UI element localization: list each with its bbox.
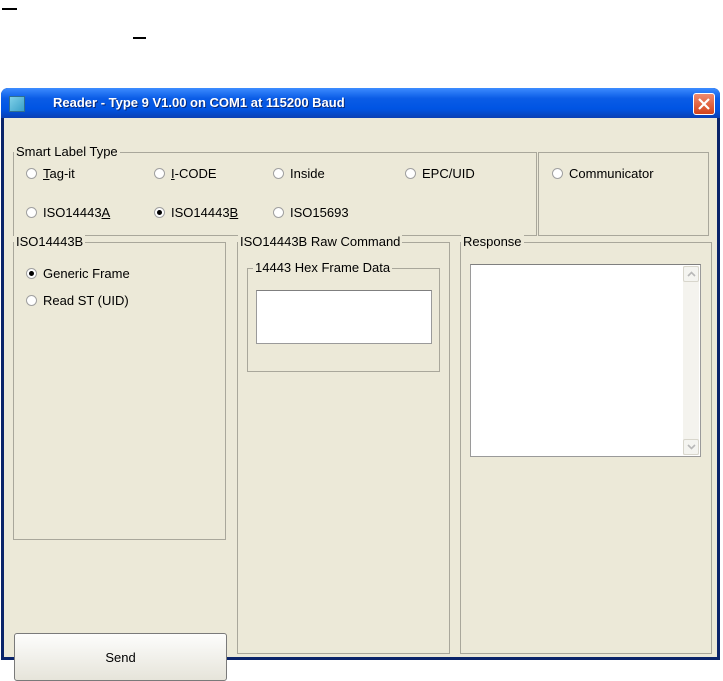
radio-button[interactable] (154, 207, 165, 218)
vertical-scrollbar[interactable] (683, 266, 699, 455)
radio-button[interactable] (154, 168, 165, 179)
smart-label-type-group: Smart Label Type (13, 144, 537, 236)
group-legend: Response (461, 234, 524, 249)
stray-mark (133, 37, 146, 39)
radio-button[interactable] (26, 168, 37, 179)
radio-button[interactable] (273, 168, 284, 179)
scroll-down-button[interactable] (683, 439, 699, 455)
app-icon (9, 96, 25, 112)
radio-button[interactable] (26, 295, 37, 306)
radio-inside[interactable]: Inside (273, 166, 325, 181)
radio-button[interactable] (273, 207, 284, 218)
radio-label: ISO14443B (171, 205, 239, 220)
radio-label: Generic Frame (43, 266, 130, 281)
chevron-down-icon (687, 444, 696, 450)
radio-i-code[interactable]: I-CODE (154, 166, 217, 181)
radio-iso14443a[interactable]: ISO14443A (26, 205, 110, 220)
radio-read-st-uid[interactable]: Read ST (UID) (26, 293, 129, 308)
radio-label: EPC/UID (422, 166, 475, 181)
close-button[interactable] (693, 93, 715, 115)
window-title: Reader - Type 9 V1.00 on COM1 at 115200 … (53, 95, 345, 110)
group-legend: ISO14443B (14, 234, 86, 249)
radio-label: ISO14443A (43, 205, 111, 220)
radio-label: Tag-it (43, 166, 75, 181)
radio-label: Read ST (UID) (43, 293, 129, 308)
chevron-up-icon (687, 271, 696, 277)
radio-label: Inside (290, 166, 325, 181)
stray-mark (2, 8, 17, 10)
group-legend: 14443 Hex Frame Data (253, 260, 393, 275)
radio-label: Communicator (569, 166, 654, 181)
radio-label: I-CODE (171, 166, 217, 181)
title-bar[interactable]: Reader - Type 9 V1.00 on COM1 at 115200 … (1, 88, 720, 118)
radio-generic-frame[interactable]: Generic Frame (26, 266, 130, 281)
radio-communicator[interactable]: Communicator (552, 166, 654, 181)
radio-button[interactable] (26, 268, 37, 279)
radio-button[interactable] (552, 168, 563, 179)
group-legend: Smart Label Type (14, 144, 120, 159)
communicator-group (538, 152, 709, 236)
scroll-up-button[interactable] (683, 266, 699, 282)
radio-label: ISO15693 (290, 205, 349, 220)
radio-button[interactable] (405, 168, 416, 179)
radio-epc-uid[interactable]: EPC/UID (405, 166, 475, 181)
group-legend: ISO14443B Raw Command (238, 234, 403, 249)
reader-window: Reader - Type 9 V1.00 on COM1 at 115200 … (1, 88, 720, 681)
hex-frame-input[interactable] (256, 290, 432, 344)
radio-button[interactable] (26, 207, 37, 218)
client-area: Smart Label Type Tag-it I-CODE Inside EP… (4, 118, 717, 681)
radio-iso14443b[interactable]: ISO14443B (154, 205, 238, 220)
iso14443b-group: ISO14443B (13, 234, 226, 540)
radio-iso15693[interactable]: ISO15693 (273, 205, 349, 220)
send-button[interactable]: Send (14, 633, 227, 681)
response-textarea[interactable] (470, 264, 701, 457)
radio-tag-it[interactable]: Tag-it (26, 166, 75, 181)
close-icon (698, 98, 710, 110)
